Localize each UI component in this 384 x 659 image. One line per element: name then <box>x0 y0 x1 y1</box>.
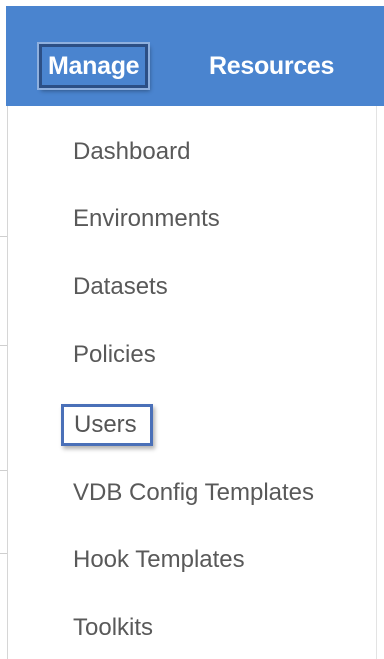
menu-item-environments[interactable]: Environments <box>73 204 220 234</box>
sidebar-right-divider <box>376 106 377 659</box>
menu-item-vdb-config-templates[interactable]: VDB Config Templates <box>73 478 314 508</box>
menu-item-datasets[interactable]: Datasets <box>73 272 168 302</box>
menu-item-toolkits[interactable]: Toolkits <box>73 613 153 643</box>
top-nav-bar: Manage Resources <box>6 6 384 106</box>
divider-tick <box>0 553 7 554</box>
tab-resources[interactable]: Resources <box>209 47 334 85</box>
menu-item-dashboard[interactable]: Dashboard <box>73 137 190 167</box>
menu-item-policies[interactable]: Policies <box>73 340 156 370</box>
tab-manage[interactable]: Manage <box>39 44 149 88</box>
sidebar-left-divider <box>7 106 8 659</box>
divider-tick <box>0 470 7 471</box>
manage-menu-panel: Manage Resources Dashboard Environments … <box>0 0 384 659</box>
menu-item-users[interactable]: Users <box>61 404 153 446</box>
divider-tick <box>0 345 7 346</box>
menu-item-hook-templates[interactable]: Hook Templates <box>73 545 245 575</box>
divider-tick <box>0 236 7 237</box>
